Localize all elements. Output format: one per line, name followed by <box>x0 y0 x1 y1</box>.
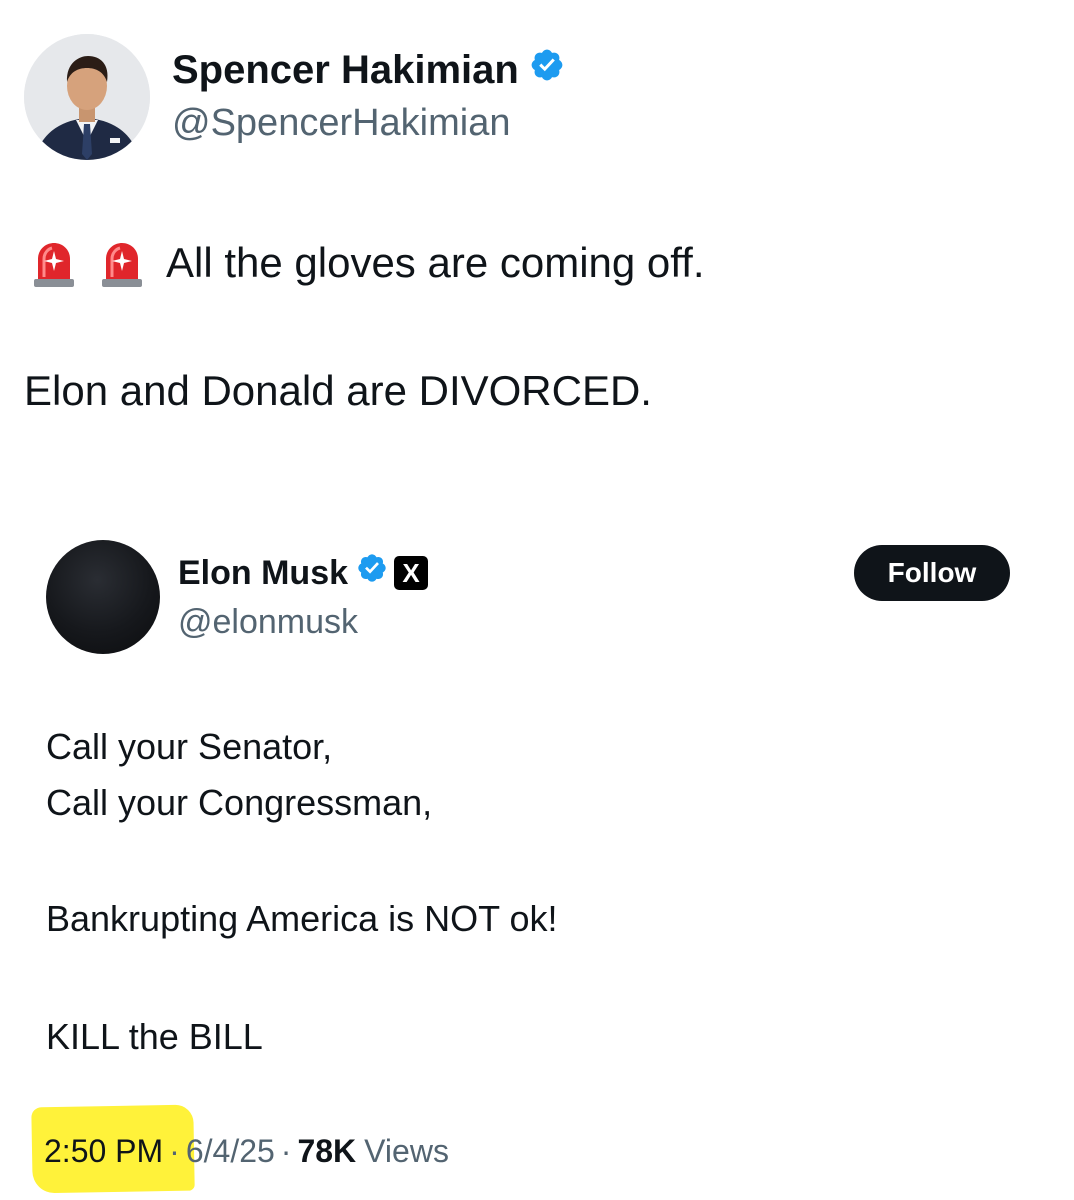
follow-button[interactable]: Follow <box>854 545 1010 601</box>
outer-tweet-line-1: All the gloves are coming off. <box>28 236 705 290</box>
views-count: 78K <box>297 1133 357 1169</box>
outer-author-name[interactable]: Spencer Hakimian <box>172 44 565 96</box>
quoted-tweet-line: Call your Senator, <box>46 726 333 767</box>
quoted-author-handle[interactable]: @elonmusk <box>178 600 358 644</box>
person-avatar-icon <box>24 34 150 160</box>
outer-author-avatar[interactable] <box>24 34 150 160</box>
outer-tweet-text-1: All the gloves are coming off. <box>166 239 705 286</box>
tweet-meta: 2:50 PM · 6/4/25 · 78K Views <box>44 1128 449 1174</box>
quoted-tweet-line: KILL the BILL <box>46 1016 263 1057</box>
outer-author-handle[interactable]: @SpencerHakimian <box>172 98 511 148</box>
separator-dot: · <box>280 1133 292 1169</box>
outer-tweet-text-2: Elon and Donald are DIVORCED. <box>24 367 652 414</box>
verified-badge-icon <box>529 44 565 96</box>
police-siren-icon <box>96 237 148 289</box>
views-label: Views <box>364 1133 449 1169</box>
separator-dot: · <box>169 1133 180 1169</box>
x-affiliate-badge-icon: X <box>394 556 429 590</box>
quoted-author-name[interactable]: Elon Musk X <box>178 550 429 596</box>
tweet-time[interactable]: 2:50 PM <box>44 1128 163 1174</box>
verified-badge-icon <box>356 550 388 596</box>
outer-author-name-text: Spencer Hakimian <box>172 48 519 92</box>
quoted-tweet-line: Bankrupting America is NOT ok! <box>46 898 558 939</box>
police-siren-icon <box>28 237 80 289</box>
quoted-tweet-line: Call your Congressman, <box>46 782 433 823</box>
quoted-author-name-text: Elon Musk <box>178 554 349 592</box>
quoted-author-avatar[interactable] <box>46 540 160 654</box>
tweet-date[interactable]: 6/4/25 <box>186 1128 275 1174</box>
